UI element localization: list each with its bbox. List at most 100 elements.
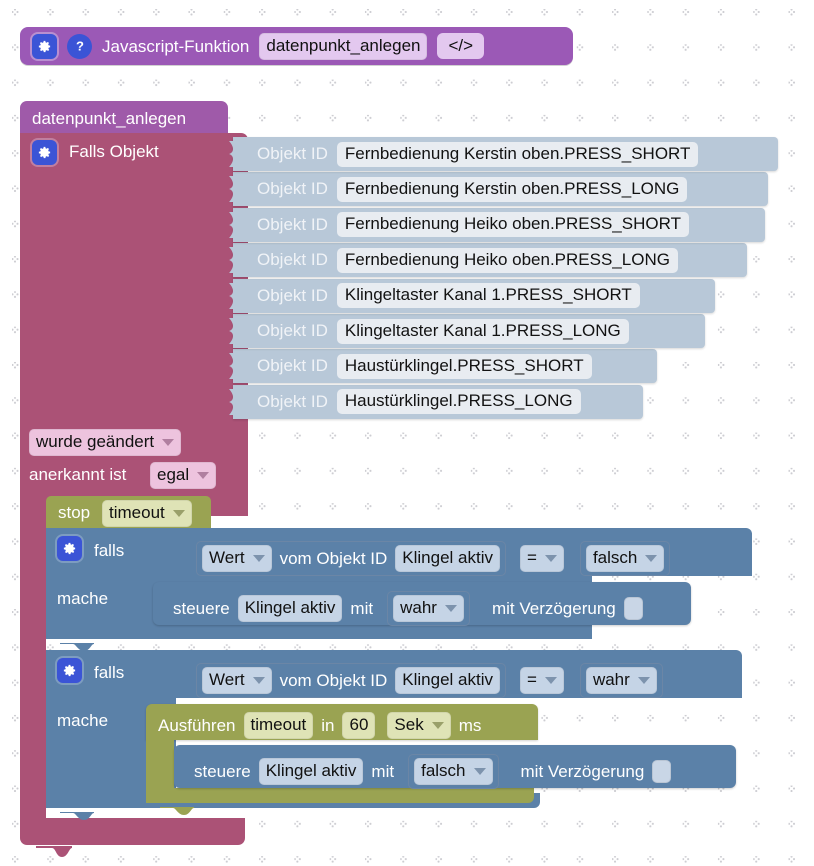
ack-label: anerkannt ist [29, 465, 127, 484]
chevron-down-icon [637, 676, 650, 684]
object-id-label: Objekt ID [257, 321, 328, 340]
if-2-operator-dropdown[interactable]: = [520, 667, 564, 694]
statement-2-value-dropdown[interactable]: falsch [414, 758, 493, 785]
if-1-getter-dropdown[interactable]: Wert [202, 545, 272, 572]
timeout-amount-field[interactable]: 60 [342, 712, 376, 739]
if-1-condition[interactable]: Wert vom Objekt ID Klingel aktiv = falsc… [196, 541, 671, 576]
if-1-from-label: vom Objekt ID [279, 549, 388, 568]
object-id-row[interactable]: Objekt ID Haustürklingel.PRESS_LONG [229, 384, 643, 419]
trigger-block-body[interactable] [20, 133, 248, 478]
if-2-from-label: vom Objekt ID [279, 671, 388, 690]
change-mode-dropdown[interactable]: wurde geändert [29, 429, 182, 456]
object-id-value[interactable]: Haustürklingel.PRESS_LONG [336, 389, 581, 415]
if-1-compare-value: falsch [592, 548, 638, 567]
timeout-header-row: Ausführen timeout in 60 Sek ms [158, 712, 481, 739]
trigger-hat-label: datenpunkt_anlegen [32, 109, 187, 128]
javascript-function-header-block[interactable]: ? Javascript-Funktion datenpunkt_anlegen… [20, 27, 573, 65]
object-id-row[interactable]: Objekt ID Fernbedienung Kerstin oben.PRES… [229, 137, 778, 171]
object-id-value[interactable]: Klingeltaster Kanal 1.PRESS_SHORT [336, 283, 640, 309]
if-2-getter-value: Wert [209, 670, 245, 689]
if-1-object-id-field[interactable]: Klingel aktiv [395, 545, 500, 572]
object-id-row[interactable]: Objekt ID Fernbedienung Heiko oben.PRESS_… [229, 243, 747, 278]
chevron-down-icon [544, 554, 557, 562]
puzzle-tab-icon [224, 247, 235, 278]
object-id-row[interactable]: Objekt ID Haustürklingel.PRESS_SHORT [229, 349, 657, 384]
function-block-title: Javascript-Funktion [102, 36, 250, 56]
object-id-row[interactable]: Objekt ID Fernbedienung Kerstin oben.PRES… [229, 172, 768, 207]
if-1-operator-dropdown[interactable]: = [520, 545, 564, 572]
statement-2-delay-label: mit Verzögerung [520, 762, 645, 781]
object-id-value[interactable]: Fernbedienung Kerstin oben.PRESS_SHORT [336, 141, 699, 167]
if-1-label: falls [94, 541, 125, 560]
object-id-value[interactable]: Fernbedienung Kerstin oben.PRESS_LONG [336, 176, 688, 202]
timeout-unit-suffix: ms [458, 716, 482, 735]
change-mode-value: wurde geändert [36, 432, 155, 451]
timeout-timer-name-field[interactable]: timeout [243, 712, 314, 739]
object-id-row[interactable]: Objekt ID Klingeltaster Kanal 1.PRESS_SHO… [229, 278, 715, 313]
if-block-1-bottom [46, 624, 540, 639]
stop-timer-name-dropdown[interactable]: timeout [102, 500, 192, 527]
trigger-left-spine [20, 466, 46, 821]
ack-dropdown[interactable]: egal [150, 462, 217, 489]
trigger-bottom-notch [36, 845, 72, 863]
if-1-operator-value: = [527, 548, 537, 567]
trigger-hat[interactable]: datenpunkt_anlegen [20, 101, 228, 135]
control-statement-2[interactable]: steuere Klingel aktiv mit falsch mit Ver… [174, 745, 736, 789]
question-mark-icon[interactable]: ? [67, 33, 92, 59]
chevron-down-icon [431, 721, 444, 729]
object-id-value[interactable]: Haustürklingel.PRESS_SHORT [336, 353, 592, 379]
if-1-value-socket: Wert vom Objekt ID Klingel aktiv [196, 541, 506, 576]
if-2-compare-value: wahr [592, 670, 630, 689]
statement-1-value-dropdown[interactable]: wahr [393, 595, 464, 622]
statement-1-value: wahr [400, 598, 437, 617]
code-view-toggle[interactable]: </> [437, 33, 485, 59]
if-2-condition[interactable]: Wert vom Objekt ID Klingel aktiv = wahr [196, 663, 663, 698]
if-2-getter-dropdown[interactable]: Wert [202, 667, 272, 694]
statement-2-verb: steuere [194, 762, 251, 781]
chevron-down-icon [544, 676, 557, 684]
stop-timer-name: timeout [109, 503, 165, 522]
statement-1-with-label: mit [350, 599, 374, 618]
control-statement-1[interactable]: steuere Klingel aktiv mit wahr mit Verzö… [153, 582, 691, 626]
object-id-row[interactable]: Objekt ID Klingeltaster Kanal 1.PRESS_LON… [229, 314, 705, 348]
if-2-value-socket: Wert vom Objekt ID Klingel aktiv [196, 663, 506, 698]
chevron-down-icon [162, 438, 175, 446]
timeout-run-label: Ausführen [158, 716, 236, 735]
trigger-gear-icon[interactable] [32, 140, 57, 165]
object-id-label: Objekt ID [257, 356, 328, 376]
object-id-value[interactable]: Fernbedienung Heiko oben.PRESS_SHORT [336, 212, 689, 238]
if-2-gear-icon[interactable] [57, 658, 82, 683]
if-2-object-id-field[interactable]: Klingel aktiv [395, 667, 500, 694]
chevron-down-icon [197, 471, 210, 479]
if-1-do-label: mache [57, 589, 109, 608]
if-1-gear-icon[interactable] [57, 536, 82, 561]
if-2-operator-value: = [527, 670, 537, 689]
ack-value: egal [157, 465, 190, 484]
statement-1-value-socket: wahr [387, 591, 470, 626]
object-id-value[interactable]: Klingeltaster Kanal 1.PRESS_LONG [336, 318, 629, 344]
statement-2-delay-socket[interactable] [652, 760, 672, 783]
timeout-unit-value: Sek [394, 715, 424, 734]
if-1-getter-value: Wert [209, 548, 245, 567]
object-id-label: Objekt ID [257, 179, 328, 199]
chevron-down-icon [444, 604, 457, 612]
timeout-unit-dropdown[interactable]: Sek [387, 712, 451, 739]
svg-text:?: ? [76, 39, 84, 54]
if-1-compare-socket: falsch [579, 541, 671, 576]
chevron-down-icon [252, 676, 265, 684]
puzzle-tab-icon [224, 318, 235, 349]
statement-2-object-id[interactable]: Klingel aktiv [258, 758, 364, 785]
object-id-value[interactable]: Fernbedienung Heiko oben.PRESS_LONG [336, 247, 678, 273]
statement-1-delay-socket[interactable] [623, 597, 643, 620]
object-id-label: Objekt ID [257, 391, 328, 411]
statement-1-object-id[interactable]: Klingel aktiv [237, 595, 343, 622]
statement-1-delay-label: mit Verzögerung [491, 599, 616, 618]
chevron-down-icon [473, 767, 486, 775]
chevron-down-icon [252, 554, 265, 562]
if-2-compare-dropdown[interactable]: wahr [585, 667, 657, 694]
if-2-do-label: mache [57, 711, 109, 730]
if-1-compare-dropdown[interactable]: falsch [585, 545, 665, 572]
function-name-field[interactable]: datenpunkt_anlegen [259, 32, 428, 60]
gear-icon[interactable] [32, 33, 57, 59]
object-id-row[interactable]: Objekt ID Fernbedienung Heiko oben.PRESS_… [229, 207, 765, 242]
